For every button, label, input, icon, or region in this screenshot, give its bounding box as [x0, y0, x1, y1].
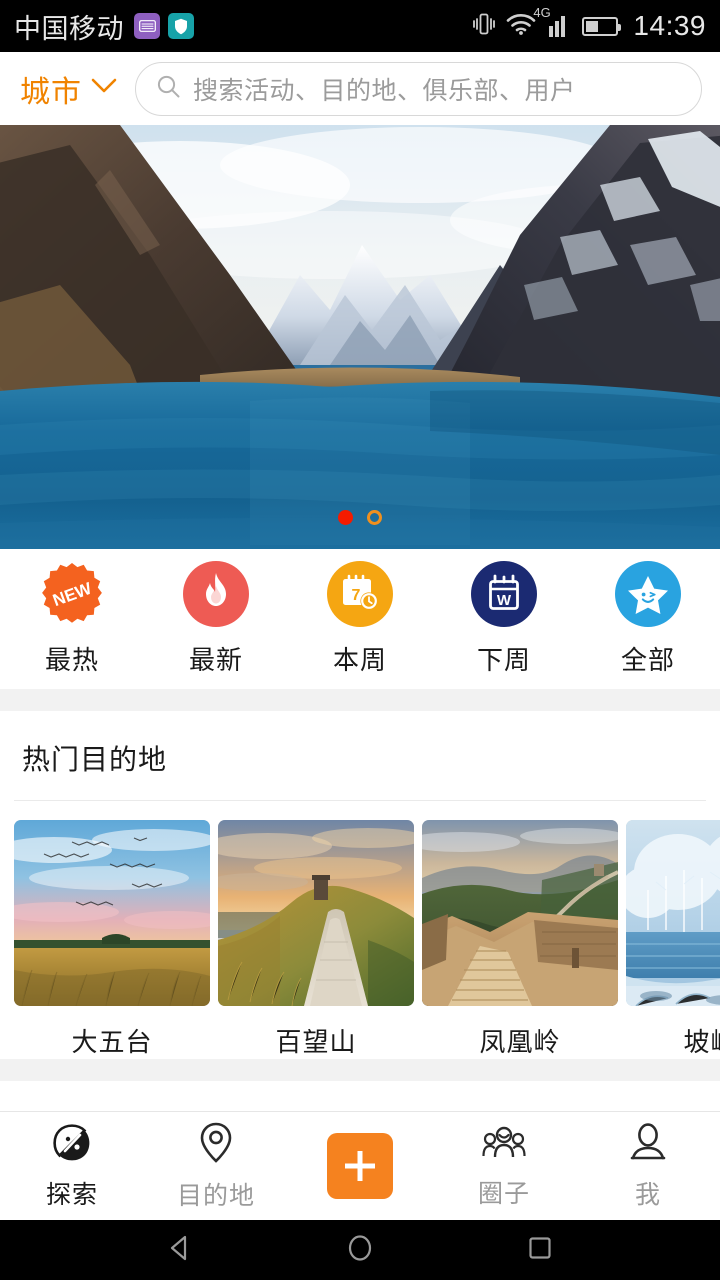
calendar-w-icon: W [471, 561, 537, 627]
category-item-next-week[interactable]: W 下周 [432, 561, 576, 677]
destination-thumbnail [218, 820, 414, 1006]
hero-image [0, 125, 720, 549]
tab-label: 探索 [45, 1180, 98, 1209]
category-label: 最新 [188, 645, 243, 675]
content-filler [0, 1081, 720, 1111]
recents-square-icon[interactable] [524, 1232, 556, 1269]
destinations-section: 热门目的地 大五台 百望山 凤凰岭 坡 [0, 711, 720, 1059]
calendar-7-clock-icon: 7 [327, 561, 393, 627]
destination-name: 坡峰岭 [683, 1027, 720, 1057]
back-triangle-icon[interactable] [164, 1232, 196, 1269]
signal-icon: 4G [533, 6, 571, 37]
tab-circles[interactable]: 圈子 [432, 1112, 576, 1220]
status-notification-icons [134, 13, 194, 39]
destination-card[interactable]: 坡峰岭 [626, 820, 720, 1059]
carousel-dots[interactable] [0, 510, 720, 525]
category-label: 本周 [332, 645, 387, 675]
clock-time: 14:39 [633, 10, 706, 41]
bottom-section-divider [0, 1059, 720, 1081]
search-placeholder-text: 搜索活动、目的地、俱乐部、用户 [193, 76, 576, 105]
carousel-dot[interactable] [367, 510, 382, 525]
tab-label: 目的地 [176, 1181, 255, 1210]
tab-destinations[interactable]: 目的地 [144, 1112, 288, 1220]
category-label: 最热 [44, 645, 99, 675]
carousel-dot-active[interactable] [338, 510, 353, 525]
destination-card[interactable]: 凤凰岭 [422, 820, 618, 1059]
destination-thumbnail [14, 820, 210, 1006]
search-input[interactable]: 搜索活动、目的地、俱乐部、用户 [135, 61, 702, 116]
tab-profile[interactable]: 我 [576, 1112, 720, 1220]
category-item-hottest[interactable]: NEW 最热 [0, 561, 144, 677]
flame-icon [183, 561, 249, 627]
new-badge-icon: NEW [39, 561, 105, 627]
category-item-newest[interactable]: 最新 [144, 561, 288, 677]
compass-icon [51, 1122, 93, 1169]
hero-carousel[interactable] [0, 125, 720, 549]
city-selector[interactable]: 城市 [20, 67, 117, 111]
status-bar: 中国移动 4G 14:39 [0, 0, 720, 52]
city-selector-label: 城市 [20, 75, 82, 109]
tab-label: 圈子 [477, 1179, 530, 1208]
wifi-icon [506, 12, 536, 41]
category-row: NEW 最热 最新 7 本周 W 下周 全部 [0, 549, 720, 689]
destination-name: 大五台 [71, 1027, 153, 1057]
vibrate-icon [473, 11, 496, 42]
tab-explore[interactable]: 探索 [0, 1112, 144, 1220]
section-title: 热门目的地 [22, 744, 168, 775]
person-icon [628, 1122, 668, 1169]
plus-icon[interactable] [327, 1133, 393, 1199]
destination-name: 百望山 [275, 1027, 357, 1057]
keyboard-icon [134, 13, 160, 39]
chevron-down-icon [91, 78, 117, 99]
category-item-all[interactable]: 全部 [576, 561, 720, 677]
bottom-tab-bar: 探索 目的地 圈子 我 [0, 1111, 720, 1220]
section-divider [0, 689, 720, 711]
carrier-name: 中国移动 [14, 13, 124, 44]
category-label: 全部 [620, 645, 675, 675]
destination-thumbnail [422, 820, 618, 1006]
destination-name: 凤凰岭 [479, 1027, 561, 1057]
network-type-label: 4G [533, 5, 551, 20]
destinations-scroller[interactable]: 大五台 百望山 凤凰岭 坡 [0, 801, 720, 1059]
tab-label: 我 [634, 1180, 661, 1209]
battery-icon [582, 16, 622, 36]
tab-create[interactable] [288, 1112, 432, 1220]
location-pin-icon [197, 1121, 235, 1170]
android-navigation-bar [0, 1220, 720, 1280]
search-icon [156, 74, 181, 104]
svg-text:7: 7 [352, 587, 361, 604]
search-header: 城市 搜索活动、目的地、俱乐部、用户 [0, 52, 720, 125]
people-group-icon [482, 1123, 526, 1168]
status-system-icons: 4G 14:39 [473, 6, 706, 42]
category-item-this-week[interactable]: 7 本周 [288, 561, 432, 677]
app-screen: 中国移动 4G 14:39 城市 搜索活动、目的地、俱乐部、用户 NEW 最热 … [0, 0, 720, 1280]
destination-card[interactable]: 大五台 [14, 820, 210, 1059]
star-face-icon [615, 561, 681, 627]
destination-card[interactable]: 百望山 [218, 820, 414, 1059]
home-circle-icon[interactable] [344, 1232, 376, 1269]
shield-icon [168, 13, 194, 39]
svg-text:W: W [497, 592, 512, 609]
category-label: 下周 [476, 645, 531, 675]
destination-thumbnail [626, 820, 720, 1006]
